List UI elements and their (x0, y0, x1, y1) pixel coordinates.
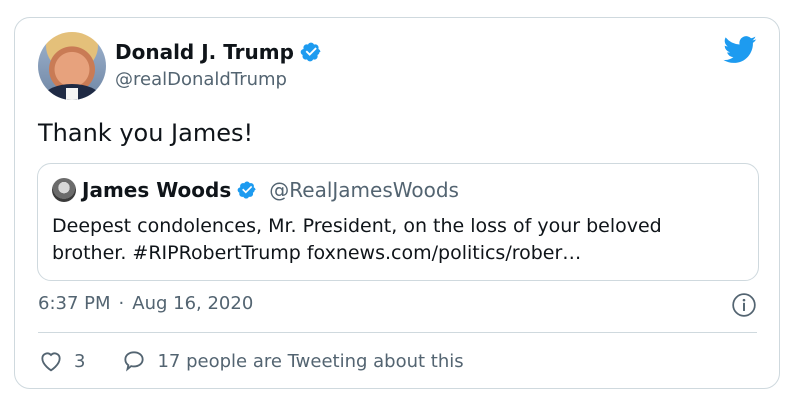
tweet-time[interactable]: 6:37 PM (38, 292, 111, 316)
verified-badge-icon (237, 181, 256, 199)
heart-icon[interactable] (38, 348, 64, 374)
tweet-date[interactable]: Aug 16, 2020 (132, 292, 253, 316)
tweet-timestamp[interactable]: 6:37 PM · Aug 16, 2020 (38, 292, 253, 316)
twitter-bird-icon[interactable] (723, 36, 757, 64)
info-icon[interactable] (731, 292, 757, 318)
speech-bubble-icon[interactable] (121, 348, 147, 374)
embedded-tweet-card[interactable]: Donald J. Trump @realDonaldTrump Thank y… (14, 17, 780, 389)
divider (38, 332, 757, 333)
author-name-row[interactable]: Donald J. Trump (115, 40, 322, 64)
quoted-author-avatar[interactable] (52, 178, 76, 202)
tweeting-about-text[interactable]: 17 people are Tweeting about this (157, 351, 463, 372)
author-avatar[interactable] (38, 32, 106, 100)
quoted-tweet-header: James Woods @RealJamesWoods (52, 178, 459, 202)
quoted-author-display-name[interactable]: James Woods (82, 178, 231, 202)
quoted-tweet[interactable]: James Woods @RealJamesWoods Deepest cond… (37, 163, 759, 281)
author-handle[interactable]: @realDonaldTrump (115, 68, 287, 92)
tweet-actions: 3 17 people are Tweeting about this (38, 348, 464, 374)
verified-badge-icon (300, 42, 321, 62)
like-action[interactable]: 3 (38, 348, 85, 374)
timestamp-separator: · (118, 293, 125, 314)
quoted-author-handle[interactable]: @RealJamesWoods (269, 178, 459, 202)
author-display-name[interactable]: Donald J. Trump (115, 40, 294, 64)
tweet-text: Thank you James! (38, 119, 254, 147)
like-count: 3 (74, 350, 86, 372)
quoted-tweet-text: Deepest condolences, Mr. President, on t… (52, 215, 662, 264)
avatar-shirt (66, 88, 78, 100)
tweeting-about-action[interactable]: 17 people are Tweeting about this (121, 348, 464, 374)
